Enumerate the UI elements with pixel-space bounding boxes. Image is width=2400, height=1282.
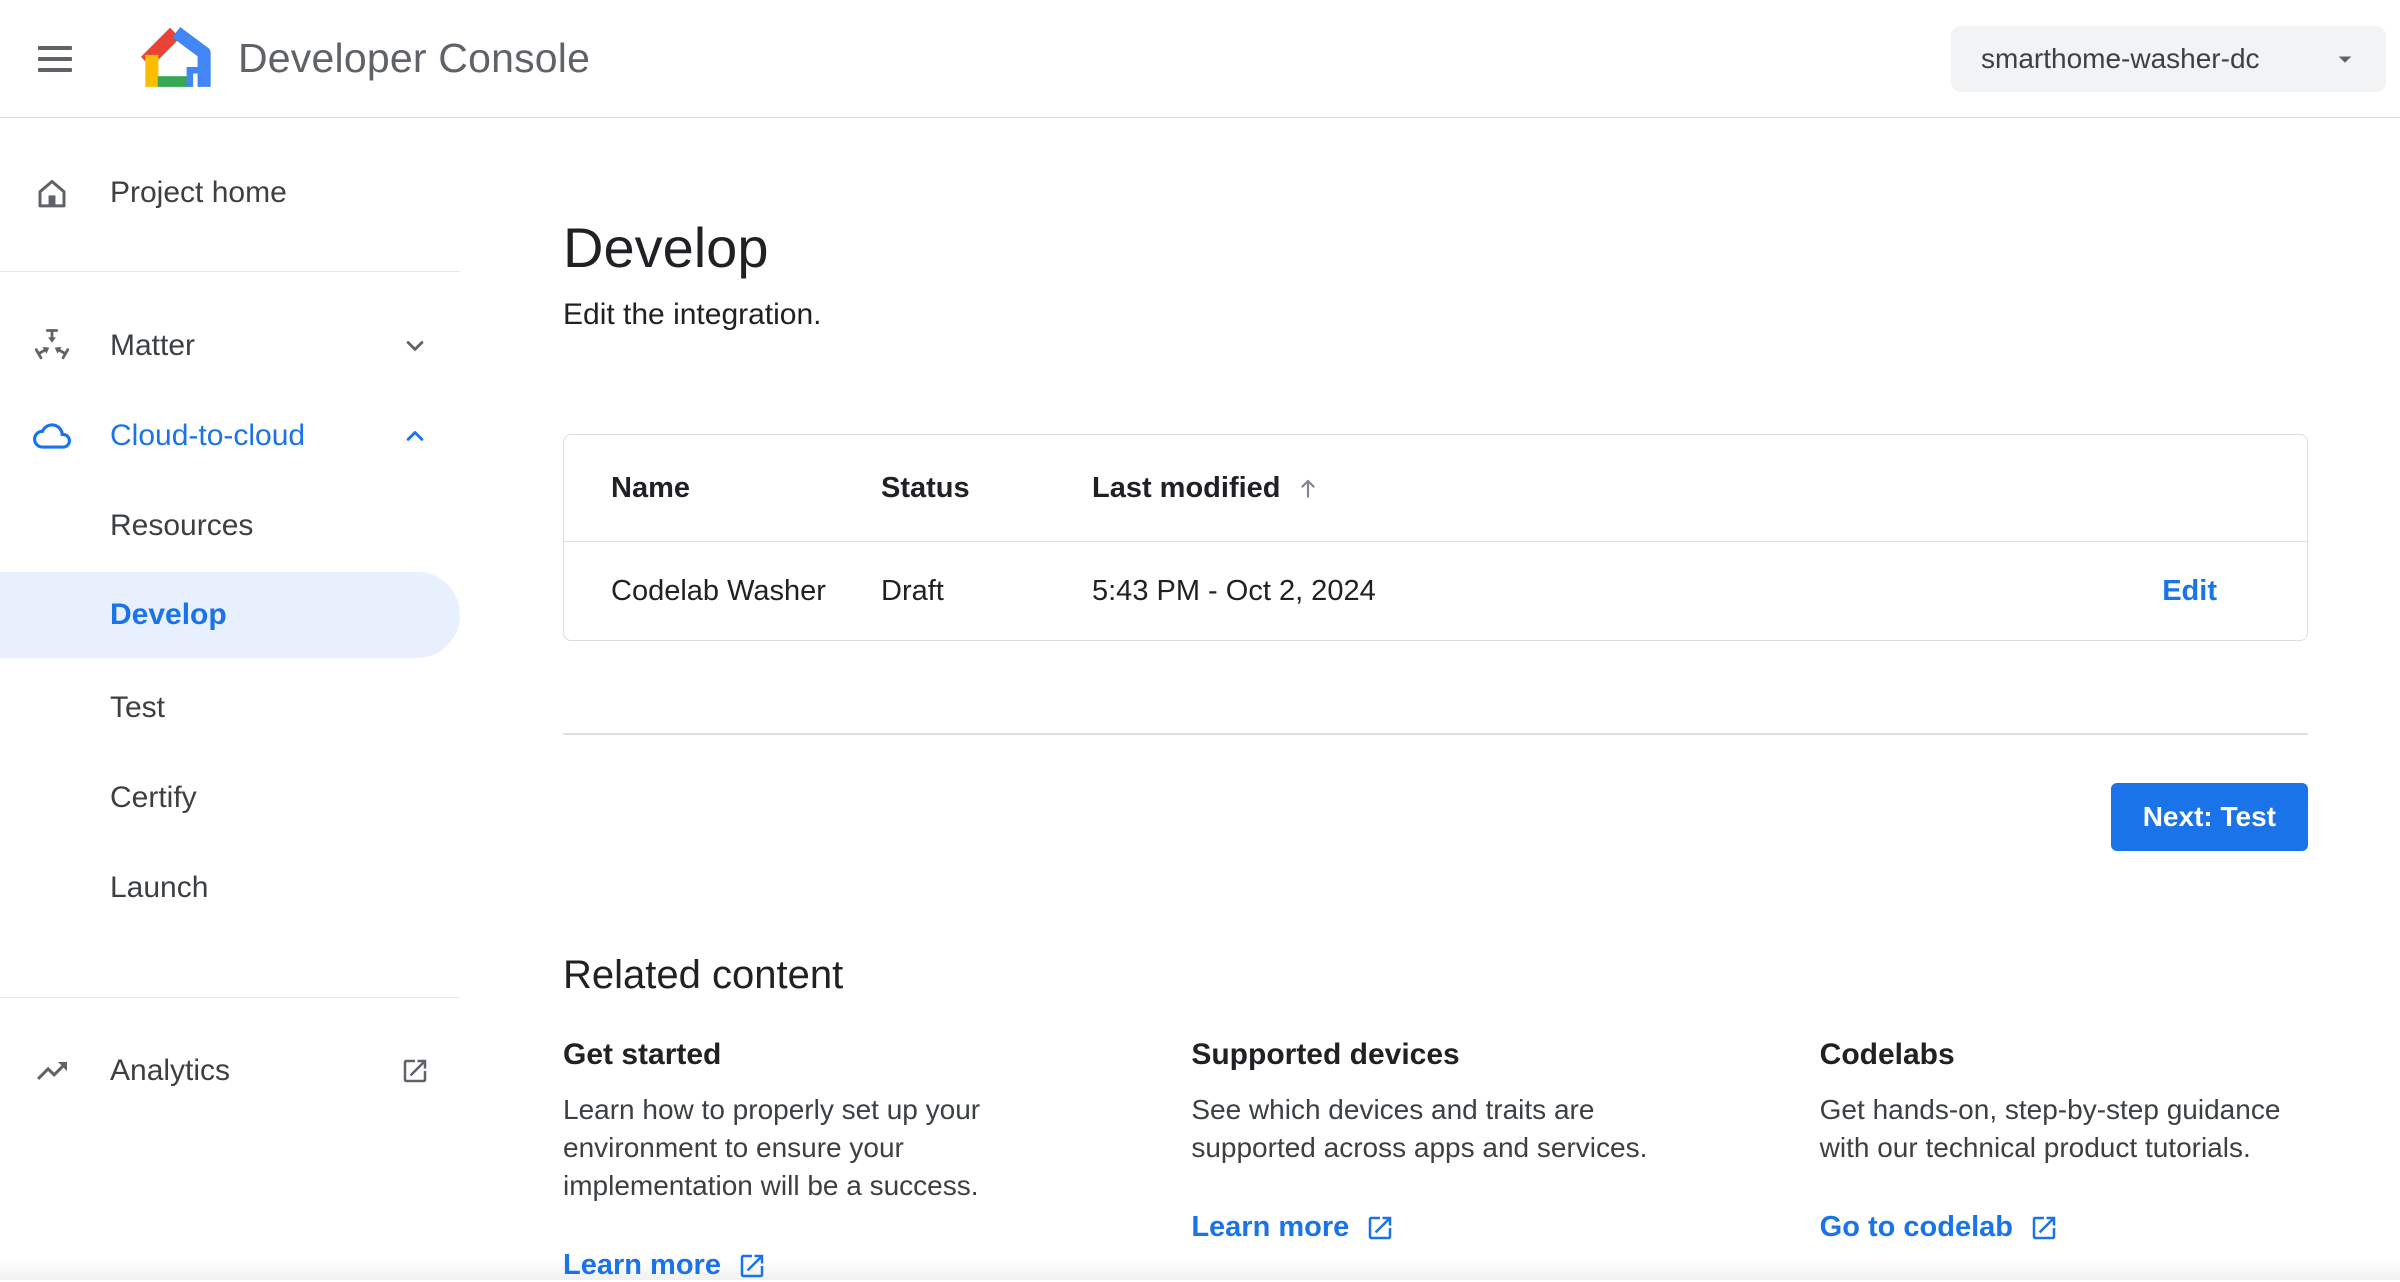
page-title: Develop (563, 216, 769, 279)
card-get-started: Get started Learn how to properly set up… (563, 1037, 1051, 1282)
sidebar-item-label: Launch (110, 871, 209, 904)
main-content: Develop Edit the integration. Name Statu… (460, 118, 2400, 1282)
sidebar-item-resources[interactable]: Resources (0, 496, 460, 556)
sidebar: Project home Matter Cloud-to-cloud Resou… (0, 118, 460, 1280)
sidebar-item-label: Develop (110, 598, 227, 631)
cell-status: Draft (881, 574, 944, 607)
sidebar-item-label: Matter (110, 329, 196, 362)
card-supported-devices: Supported devices See which devices and … (1191, 1037, 1679, 1282)
hamburger-icon (38, 45, 72, 50)
card-heading: Supported devices (1191, 1038, 1460, 1071)
app-root: Developer Console smarthome-washer-dc Pr… (0, 0, 2400, 1282)
table-header-row: Name Status Last modified (564, 435, 2307, 542)
sidebar-item-label: Analytics (110, 1054, 231, 1087)
cell-name: Codelab Washer (611, 574, 826, 607)
open-in-new-icon (1369, 1216, 1392, 1239)
sidebar-item-matter[interactable]: Matter (0, 316, 460, 376)
column-header-status[interactable]: Status (881, 472, 1092, 505)
open-in-new-icon (400, 1056, 430, 1086)
sidebar-item-analytics[interactable]: Analytics (0, 1041, 460, 1101)
sidebar-item-project-home[interactable]: Project home (0, 163, 460, 223)
project-selector[interactable]: smarthome-washer-dc (1951, 25, 2386, 92)
menu-button[interactable] (38, 42, 78, 76)
sidebar-item-label: Project home (110, 176, 287, 209)
next-test-button[interactable]: Next: Test (2110, 783, 2308, 851)
section-divider (563, 733, 2308, 735)
related-cards: Get started Learn how to properly set up… (563, 1037, 2308, 1282)
column-header-last-modified[interactable]: Last modified (1092, 472, 2067, 505)
home-icon (33, 174, 71, 212)
card-body: See which devices and traits are support… (1191, 1094, 1648, 1163)
card-codelabs: Codelabs Get hands-on, step-by-step guid… (1820, 1037, 2308, 1282)
sidebar-item-develop[interactable]: Develop (0, 572, 460, 658)
related-content-title: Related content (563, 953, 844, 997)
page-shell: Project home Matter Cloud-to-cloud Resou… (0, 118, 2400, 1282)
sidebar-item-label: Test (110, 691, 166, 724)
go-to-codelab-link[interactable]: Go to codelab (1820, 1211, 2059, 1244)
google-home-logo (140, 18, 216, 99)
sort-arrow-up-icon (1300, 479, 1315, 498)
project-selector-value: smarthome-washer-dc (1981, 42, 2260, 74)
card-body: Learn how to properly set up your enviro… (563, 1094, 981, 1201)
sidebar-item-cloud-to-cloud[interactable]: Cloud-to-cloud (0, 406, 460, 466)
table-row: Codelab Washer Draft 5:43 PM - Oct 2, 20… (564, 542, 2307, 640)
matter-icon (33, 327, 71, 365)
caret-down-icon (2338, 56, 2352, 63)
sidebar-divider (0, 997, 460, 998)
open-in-new-icon (2032, 1216, 2056, 1239)
card-heading: Codelabs (1819, 1038, 1955, 1071)
cloud-icon (33, 417, 71, 455)
actions-row: Next: Test (563, 783, 2308, 851)
app-title: Developer Console (238, 35, 591, 81)
sidebar-item-label: Certify (110, 781, 197, 814)
card-heading: Get started (563, 1038, 722, 1071)
cell-last-modified: 5:43 PM - Oct 2, 2024 (1092, 574, 1376, 607)
sidebar-item-test[interactable]: Test (0, 678, 460, 738)
page-subtitle: Edit the integration. (563, 298, 822, 331)
column-header-name[interactable]: Name (611, 472, 881, 505)
edit-link[interactable]: Edit (2162, 575, 2217, 608)
learn-more-link[interactable]: Learn more (1191, 1211, 1395, 1244)
sidebar-item-label: Resources (110, 509, 254, 542)
integrations-table: Name Status Last modified Codelab Washer… (563, 434, 2308, 641)
sidebar-item-certify[interactable]: Certify (0, 768, 460, 828)
trending-up-icon (33, 1052, 71, 1090)
chevron-up-icon (400, 421, 430, 451)
app-header: Developer Console smarthome-washer-dc (0, 0, 2400, 118)
card-body: Get hands-on, step-by-step guidance with… (1819, 1094, 2281, 1163)
sidebar-item-label: Cloud-to-cloud (110, 419, 306, 452)
learn-more-link[interactable]: Learn more (563, 1249, 767, 1282)
sidebar-divider (0, 271, 460, 272)
open-in-new-icon (740, 1254, 764, 1277)
chevron-down-icon (400, 331, 430, 361)
sidebar-item-launch[interactable]: Launch (0, 858, 460, 918)
